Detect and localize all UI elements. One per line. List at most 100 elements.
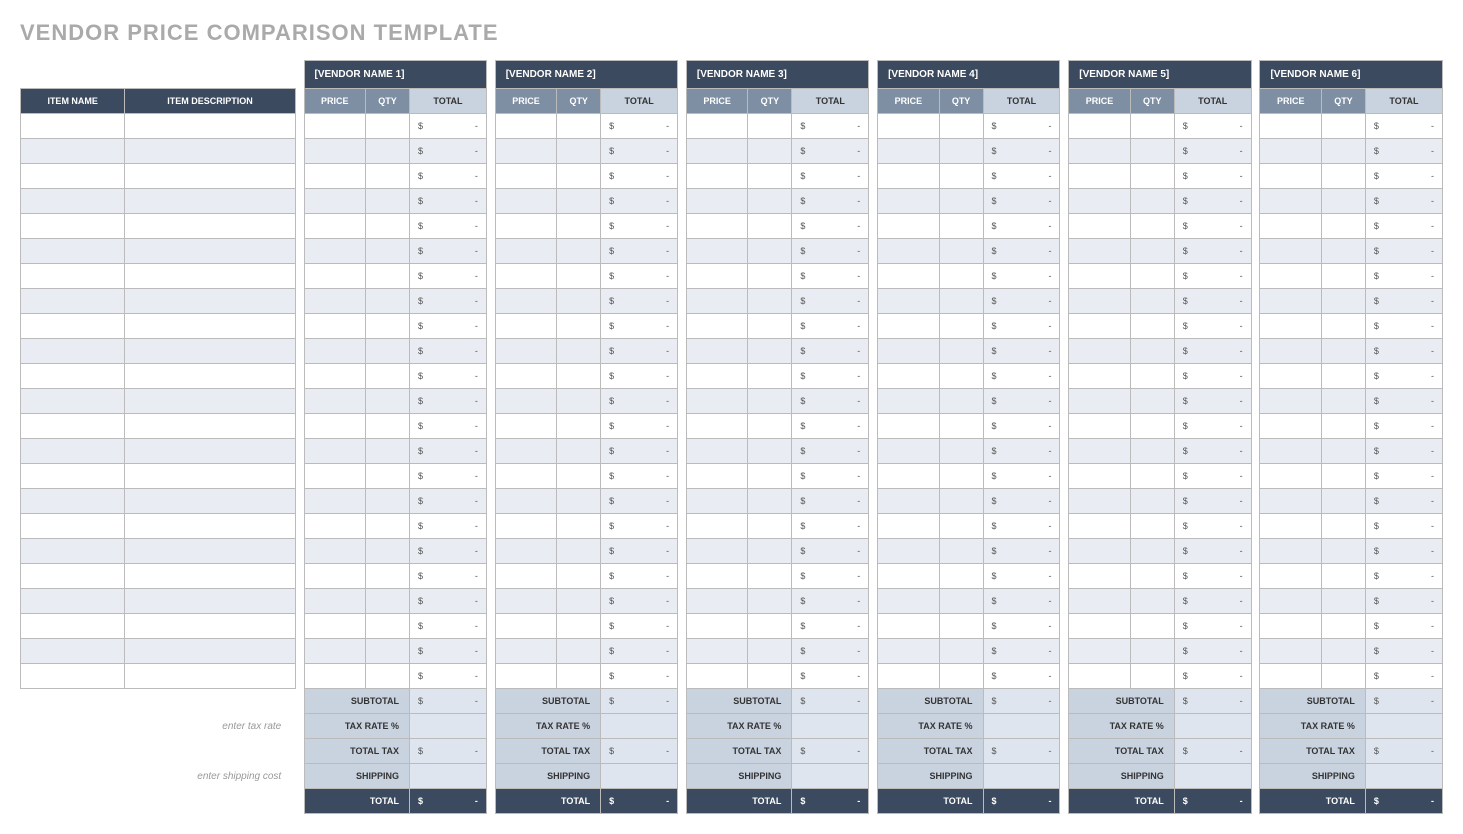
qty-cell[interactable]: [748, 189, 792, 214]
qty-cell[interactable]: [1321, 439, 1365, 464]
price-cell[interactable]: [495, 539, 557, 564]
qty-cell[interactable]: [939, 164, 983, 189]
price-cell[interactable]: [1069, 564, 1131, 589]
price-cell[interactable]: [686, 514, 748, 539]
qty-cell[interactable]: [1321, 214, 1365, 239]
qty-cell[interactable]: [939, 189, 983, 214]
item-description-cell[interactable]: [125, 289, 295, 314]
qty-cell[interactable]: [366, 114, 410, 139]
item-name-cell[interactable]: [21, 114, 125, 139]
item-description-cell[interactable]: [125, 189, 295, 214]
item-description-cell[interactable]: [125, 514, 295, 539]
qty-cell[interactable]: [1321, 514, 1365, 539]
qty-cell[interactable]: [1130, 289, 1174, 314]
item-name-cell[interactable]: [21, 139, 125, 164]
price-cell[interactable]: [1069, 439, 1131, 464]
price-cell[interactable]: [1069, 314, 1131, 339]
qty-cell[interactable]: [1321, 664, 1365, 689]
price-cell[interactable]: [1260, 464, 1322, 489]
price-cell[interactable]: [495, 239, 557, 264]
qty-cell[interactable]: [1321, 414, 1365, 439]
qty-cell[interactable]: [1321, 489, 1365, 514]
qty-cell[interactable]: [748, 589, 792, 614]
qty-cell[interactable]: [557, 214, 601, 239]
qty-cell[interactable]: [939, 389, 983, 414]
price-cell[interactable]: [304, 614, 366, 639]
price-cell[interactable]: [1260, 339, 1322, 364]
price-cell[interactable]: [304, 214, 366, 239]
item-description-cell[interactable]: [125, 539, 295, 564]
price-cell[interactable]: [304, 239, 366, 264]
item-description-cell[interactable]: [125, 139, 295, 164]
item-description-cell[interactable]: [125, 414, 295, 439]
qty-cell[interactable]: [366, 439, 410, 464]
item-description-cell[interactable]: [125, 114, 295, 139]
price-cell[interactable]: [686, 614, 748, 639]
price-cell[interactable]: [304, 639, 366, 664]
qty-cell[interactable]: [366, 314, 410, 339]
qty-cell[interactable]: [557, 539, 601, 564]
qty-cell[interactable]: [1321, 289, 1365, 314]
price-cell[interactable]: [495, 289, 557, 314]
qty-cell[interactable]: [1130, 114, 1174, 139]
price-cell[interactable]: [1069, 214, 1131, 239]
item-name-cell[interactable]: [21, 464, 125, 489]
qty-cell[interactable]: [366, 464, 410, 489]
qty-cell[interactable]: [1130, 264, 1174, 289]
qty-cell[interactable]: [366, 564, 410, 589]
item-name-cell[interactable]: [21, 439, 125, 464]
price-cell[interactable]: [1069, 489, 1131, 514]
price-cell[interactable]: [495, 389, 557, 414]
price-cell[interactable]: [495, 189, 557, 214]
item-name-cell[interactable]: [21, 614, 125, 639]
price-cell[interactable]: [495, 314, 557, 339]
item-name-cell[interactable]: [21, 289, 125, 314]
price-cell[interactable]: [1260, 139, 1322, 164]
price-cell[interactable]: [1069, 639, 1131, 664]
price-cell[interactable]: [1260, 314, 1322, 339]
qty-cell[interactable]: [748, 314, 792, 339]
qty-cell[interactable]: [1321, 539, 1365, 564]
price-cell[interactable]: [1260, 214, 1322, 239]
qty-cell[interactable]: [1130, 364, 1174, 389]
item-description-cell[interactable]: [125, 339, 295, 364]
qty-cell[interactable]: [748, 139, 792, 164]
qty-cell[interactable]: [939, 614, 983, 639]
qty-cell[interactable]: [748, 239, 792, 264]
qty-cell[interactable]: [366, 389, 410, 414]
qty-cell[interactable]: [366, 589, 410, 614]
qty-cell[interactable]: [1321, 114, 1365, 139]
qty-cell[interactable]: [1130, 539, 1174, 564]
qty-cell[interactable]: [1130, 214, 1174, 239]
qty-cell[interactable]: [557, 564, 601, 589]
price-cell[interactable]: [686, 339, 748, 364]
qty-cell[interactable]: [1130, 239, 1174, 264]
price-cell[interactable]: [304, 589, 366, 614]
qty-cell[interactable]: [1321, 639, 1365, 664]
price-cell[interactable]: [1069, 139, 1131, 164]
qty-cell[interactable]: [939, 514, 983, 539]
price-cell[interactable]: [1069, 664, 1131, 689]
qty-cell[interactable]: [1130, 139, 1174, 164]
qty-cell[interactable]: [748, 439, 792, 464]
price-cell[interactable]: [495, 564, 557, 589]
item-description-cell[interactable]: [125, 314, 295, 339]
price-cell[interactable]: [304, 364, 366, 389]
price-cell[interactable]: [304, 414, 366, 439]
item-description-cell[interactable]: [125, 564, 295, 589]
qty-cell[interactable]: [557, 339, 601, 364]
qty-cell[interactable]: [1130, 489, 1174, 514]
price-cell[interactable]: [686, 414, 748, 439]
qty-cell[interactable]: [366, 139, 410, 164]
qty-cell[interactable]: [939, 264, 983, 289]
price-cell[interactable]: [304, 564, 366, 589]
qty-cell[interactable]: [366, 664, 410, 689]
price-cell[interactable]: [1069, 339, 1131, 364]
qty-cell[interactable]: [366, 364, 410, 389]
summary-value[interactable]: [1174, 714, 1251, 739]
price-cell[interactable]: [304, 114, 366, 139]
price-cell[interactable]: [686, 364, 748, 389]
qty-cell[interactable]: [557, 414, 601, 439]
price-cell[interactable]: [878, 614, 940, 639]
price-cell[interactable]: [686, 539, 748, 564]
